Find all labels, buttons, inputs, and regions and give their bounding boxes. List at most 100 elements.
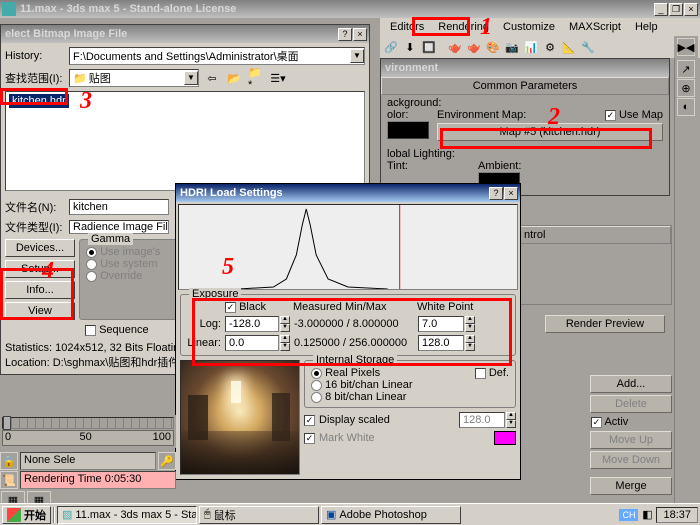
movedown-button[interactable]: Move Down: [590, 451, 672, 469]
annotation-4: 4: [42, 258, 54, 285]
minimize-button[interactable]: _: [654, 3, 668, 16]
timeline-track[interactable]: [2, 417, 174, 429]
help-button[interactable]: ?: [489, 187, 503, 200]
taskbar-item[interactable]: ▣Adobe Photoshop: [321, 506, 461, 524]
script-icon[interactable]: 📜: [0, 471, 18, 489]
bg-color-swatch[interactable]: [387, 121, 429, 139]
back-icon[interactable]: ⇦: [203, 69, 221, 87]
menu-maxscript[interactable]: MAXScript: [563, 20, 627, 34]
gamma-group-label: Gamma: [88, 233, 133, 245]
maximize-button[interactable]: ❐: [669, 3, 683, 16]
panel-toggle-icon[interactable]: ▶◀: [677, 38, 695, 56]
annotation-box-2: [440, 128, 652, 149]
display-scaled-input[interactable]: [459, 412, 505, 428]
file-dialog-title: elect Bitmap Image File: [3, 28, 338, 40]
mark-white-checkbox[interactable]: ✓: [304, 433, 315, 444]
viewmode-icon[interactable]: ☰▾: [269, 69, 287, 87]
close-button[interactable]: ×: [504, 187, 518, 200]
start-button[interactable]: 开始: [2, 506, 51, 524]
devices-button[interactable]: Devices...: [5, 239, 75, 257]
tool-icon[interactable]: 🔗: [382, 38, 400, 56]
lookin-label: 查找范围(I):: [5, 70, 65, 86]
globlight-label: lobal Lighting:: [387, 148, 663, 160]
tool-icon[interactable]: 📐: [560, 38, 578, 56]
filename-label: 文件名(N):: [5, 199, 65, 215]
taskbar-item[interactable]: ▧11.max - 3ds max 5 - Sta...: [57, 506, 197, 524]
render-preview-button[interactable]: Render Preview: [545, 315, 665, 333]
key-icon[interactable]: 🔑: [158, 452, 176, 470]
display-scaled-checkbox[interactable]: ✓: [304, 415, 315, 426]
8bit-radio[interactable]: [311, 392, 322, 403]
tool-icon[interactable]: ⬇: [401, 38, 419, 56]
file-dialog-titlebar: elect Bitmap Image File ? ×: [1, 25, 369, 43]
tray-icon[interactable]: ◧: [640, 508, 654, 522]
tool-icon[interactable]: 📷: [503, 38, 521, 56]
usemap-checkbox[interactable]: ✓: [605, 110, 616, 121]
tool-icon[interactable]: 🎨: [484, 38, 502, 56]
envmap-label: Environment Map:: [437, 109, 526, 121]
app-titlebar: 11.max - 3ds max 5 - Stand-alone License…: [0, 0, 700, 18]
up-icon[interactable]: 📂: [225, 69, 243, 87]
filetype-label: 文件类型(I):: [5, 219, 65, 235]
help-button[interactable]: ?: [338, 28, 352, 41]
file-list[interactable]: kitchen.hdr: [5, 91, 365, 191]
app-title: 11.max - 3ds max 5 - Stand-alone License: [18, 3, 654, 15]
common-params-header[interactable]: Common Parameters: [381, 77, 669, 95]
annotation-box-3: [0, 88, 68, 105]
taskbar: 开始 ▧11.max - 3ds max 5 - Sta... 🖱鼠标 ▣Ado…: [0, 503, 700, 525]
annotation-2: 2: [548, 104, 560, 131]
timeline-ruler[interactable]: 0 50 100: [2, 430, 174, 446]
filetype-dropdown[interactable]: Radience Image Fil: [69, 220, 169, 234]
annotation-5: 5: [222, 254, 234, 281]
menu-help[interactable]: Help: [629, 20, 664, 34]
filename-input[interactable]: [69, 199, 169, 215]
command-panel: ↗ ⊕ ◐: [674, 58, 700, 503]
gamma-system-radio[interactable]: [86, 259, 97, 270]
moveup-button[interactable]: Move Up: [590, 431, 672, 449]
panel-tab-icon[interactable]: ↗: [677, 60, 695, 78]
control-panel: ntrol: [518, 225, 672, 305]
newfolder-icon[interactable]: 📁*: [247, 69, 265, 87]
menu-customize[interactable]: Customize: [497, 20, 561, 34]
tool-icon[interactable]: 🔧: [579, 38, 597, 56]
annotation-box-1: [412, 17, 470, 36]
activ-checkbox[interactable]: ✓: [591, 417, 602, 428]
panel-tab-icon[interactable]: ⊕: [677, 79, 695, 97]
hdri-preview: [180, 360, 300, 475]
tool-icon[interactable]: ⚙: [541, 38, 559, 56]
environment-panel: vironment Common Parameters ackground: o…: [380, 58, 670, 196]
add-button[interactable]: Add...: [590, 375, 672, 393]
clock[interactable]: 18:37: [656, 507, 698, 523]
render-time-status: Rendering Time 0:05:30: [20, 471, 176, 489]
gamma-image-radio[interactable]: [86, 247, 97, 258]
delete-button[interactable]: Delete: [590, 395, 672, 413]
selection-status: None Sele: [20, 452, 156, 470]
tool-teapot-icon[interactable]: 🫖: [446, 38, 464, 56]
sequence-checkbox[interactable]: [85, 325, 96, 336]
close-button[interactable]: ×: [353, 28, 367, 41]
tool-icon[interactable]: 🔲: [420, 38, 438, 56]
mark-white-color[interactable]: [494, 431, 516, 445]
annotation-box-5: [192, 298, 512, 366]
tool-icon[interactable]: 📊: [522, 38, 540, 56]
background-label: ackground:: [387, 97, 663, 109]
tool-teapot-icon[interactable]: 🫖: [465, 38, 483, 56]
hdri-titlebar: HDRI Load Settings ? ×: [176, 184, 520, 202]
env-titlebar: vironment: [381, 59, 669, 77]
history-dropdown[interactable]: F:\Documents and Settings\Administrator\…: [69, 47, 365, 65]
gamma-override-radio[interactable]: [86, 271, 97, 282]
merge-button[interactable]: Merge: [590, 477, 672, 495]
lookin-dropdown[interactable]: 📁贴图▼: [69, 69, 199, 87]
taskbar-item[interactable]: 🖱鼠标: [199, 506, 319, 524]
lock-icon[interactable]: 🔒: [0, 452, 18, 470]
real-pixels-radio[interactable]: [311, 368, 322, 379]
tint-label: Tint:: [387, 160, 408, 172]
annotation-3: 3: [80, 88, 92, 115]
def-checkbox[interactable]: [475, 368, 486, 379]
close-button[interactable]: ×: [684, 3, 698, 16]
panel-tab-icon[interactable]: ◐: [677, 98, 695, 116]
ime-indicator[interactable]: CH: [619, 509, 638, 521]
annotation-box-4: [0, 268, 74, 320]
ambient-label: Ambient:: [478, 160, 521, 172]
16bit-radio[interactable]: [311, 380, 322, 391]
